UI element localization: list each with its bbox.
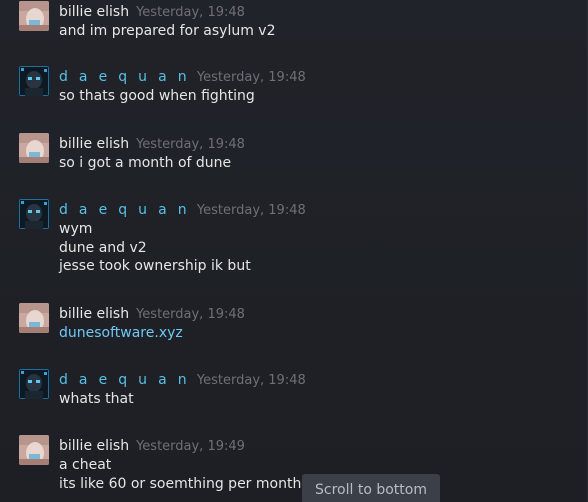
daequan-avatar-icon (19, 66, 49, 96)
message-text: so i got a month of dune (59, 155, 232, 171)
billie-avatar-icon (19, 1, 49, 31)
timestamp: Yesterday, 19:48 (196, 203, 306, 218)
author-name[interactable]: billie elish (59, 438, 129, 454)
message-text: whats that (59, 391, 134, 407)
message-body: whats that (59, 390, 134, 409)
message-body: dunesoftware.xyz (59, 324, 183, 343)
billie-avatar-icon (19, 303, 49, 333)
message-body: and im prepared for asylum v2 (59, 22, 275, 41)
message-text: a cheat (59, 457, 112, 473)
author-name[interactable]: billie elish (59, 136, 129, 152)
billie-avatar-icon (19, 435, 49, 465)
message-text: wym (59, 221, 93, 237)
message-header: billie elish Yesterday, 19:48 (59, 1, 245, 21)
avatar[interactable] (19, 369, 49, 399)
message-header: d a e q u a n Yesterday, 19:48 (59, 369, 306, 389)
avatar[interactable] (19, 1, 49, 31)
author-name[interactable]: billie elish (59, 4, 129, 20)
daequan-avatar-icon (19, 369, 49, 399)
avatar[interactable] (19, 435, 49, 465)
message-body: so i got a month of dune (59, 154, 231, 173)
message-text: and im prepared for asylum v2 (59, 23, 276, 39)
timestamp: Yesterday, 19:48 (196, 373, 306, 388)
timestamp: Yesterday, 19:48 (136, 5, 245, 20)
author-name[interactable]: d a e q u a n (59, 372, 190, 388)
timestamp: Yesterday, 19:48 (136, 307, 245, 322)
message-body: a cheat its like 60 or soemthing per mon… (59, 456, 301, 493)
billie-avatar-icon (19, 133, 49, 163)
message-header: d a e q u a n Yesterday, 19:48 (59, 66, 306, 86)
avatar[interactable] (19, 199, 49, 229)
message-body: so thats good when fighting (59, 87, 255, 106)
avatar[interactable] (19, 133, 49, 163)
message-header: billie elish Yesterday, 19:49 (59, 435, 245, 455)
message-header: billie elish Yesterday, 19:48 (59, 133, 245, 153)
author-name[interactable]: d a e q u a n (59, 202, 190, 218)
scroll-to-bottom-button[interactable]: Scroll to bottom (302, 474, 440, 502)
message-header: billie elish Yesterday, 19:48 (59, 303, 245, 323)
daequan-avatar-icon (19, 199, 49, 229)
timestamp: Yesterday, 19:48 (136, 137, 245, 152)
timestamp: Yesterday, 19:49 (136, 439, 245, 454)
message-link[interactable]: dunesoftware.xyz (59, 324, 183, 343)
avatar[interactable] (19, 66, 49, 96)
chat-log[interactable]: billie elish Yesterday, 19:48 and im prep… (0, 0, 588, 502)
message-body: wym dune and v2 jesse took ownership ik … (59, 220, 251, 276)
author-name[interactable]: d a e q u a n (59, 69, 190, 85)
avatar[interactable] (19, 303, 49, 333)
timestamp: Yesterday, 19:48 (196, 70, 306, 85)
message-text: so thats good when fighting (59, 88, 255, 104)
message-text: jesse took ownership ik but (59, 258, 251, 274)
message-header: d a e q u a n Yesterday, 19:48 (59, 199, 306, 219)
author-name[interactable]: billie elish (59, 306, 129, 322)
message-text: its like 60 or soemthing per month (59, 475, 302, 492)
message-text: dune and v2 (59, 239, 147, 256)
